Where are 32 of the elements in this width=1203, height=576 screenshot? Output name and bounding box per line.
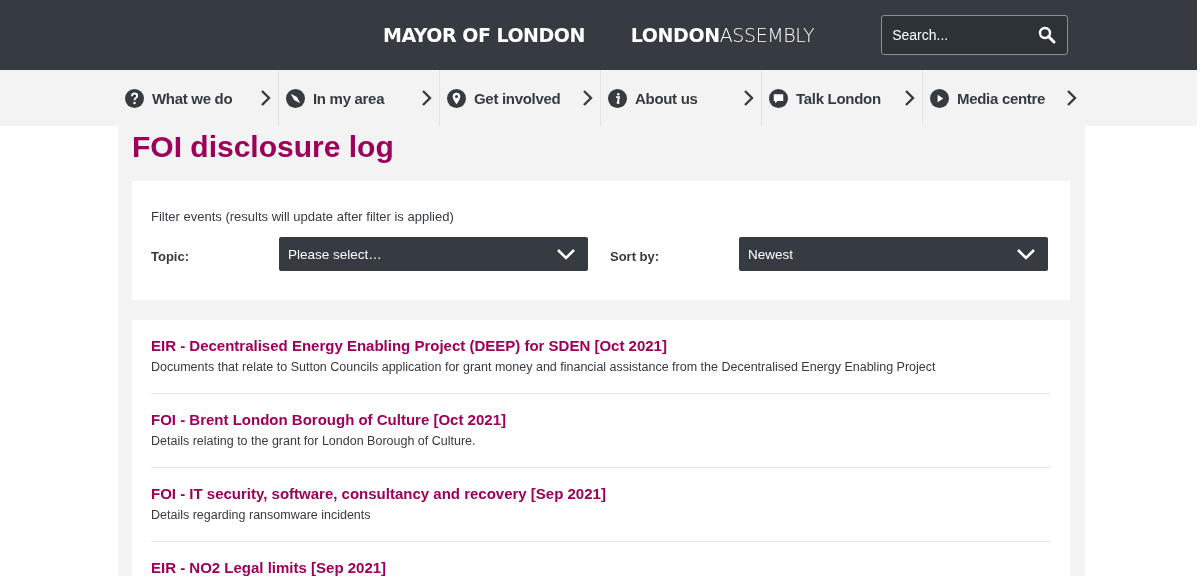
topic-dropdown[interactable]: Please select… xyxy=(279,237,588,271)
chevron-right-icon xyxy=(1066,89,1078,107)
chevron-right-icon xyxy=(904,89,916,107)
result-summary: Details relating to the grant for London Borough of Culture. xyxy=(151,434,477,448)
play-icon xyxy=(930,88,949,108)
question-icon xyxy=(125,88,144,108)
sort-dropdown[interactable]: Newest xyxy=(739,237,1048,271)
sort-label: Sort by: xyxy=(610,247,661,264)
compass-icon xyxy=(286,88,305,108)
result-summary: Details regarding ransomware incidents xyxy=(151,508,372,522)
result-title-link[interactable]: FOI - IT security, software, consultancy and recovery [Sep 2021] xyxy=(151,485,1051,502)
page-title: FOI disclosure log xyxy=(132,129,395,165)
chevron-down-icon xyxy=(556,248,576,260)
result-title-link[interactable]: EIR - NO2 Legal limits [Sep 2021] xyxy=(151,559,1051,576)
chevron-down-icon xyxy=(1016,248,1036,260)
assembly-logo[interactable]: LONDONASSEMBLY xyxy=(630,24,815,46)
chevron-right-icon xyxy=(743,89,755,107)
search-icon[interactable] xyxy=(1038,26,1057,44)
nav-link[interactable]: Media centre xyxy=(923,70,1084,126)
chevron-right-icon xyxy=(260,89,272,107)
mayor-logo[interactable]: MAYOR OF LONDON xyxy=(383,24,585,46)
topic-label: Topic: xyxy=(151,247,191,264)
chevron-right-icon xyxy=(421,89,433,107)
result-title-link[interactable]: FOI - Brent London Borough of Culture [Oct 2021] xyxy=(151,411,1051,428)
speech-bubble-icon xyxy=(769,88,788,108)
result-title-link[interactable]: EIR - Decentralised Energy Enabling Project (DEEP) for SDEN [Oct 2021] xyxy=(151,337,1051,354)
result-summary: Documents that relate to Sutton Councils application for grant money and financial assistance from the Decentralised Energy Enabling Project xyxy=(151,360,937,374)
filter-intro-text: Filter events (results will update after filter is applied) xyxy=(151,209,455,224)
chevron-right-icon xyxy=(582,89,594,107)
info-icon xyxy=(608,88,627,108)
location-pin-icon xyxy=(447,88,466,108)
search-field[interactable]: Search... xyxy=(881,15,1069,55)
